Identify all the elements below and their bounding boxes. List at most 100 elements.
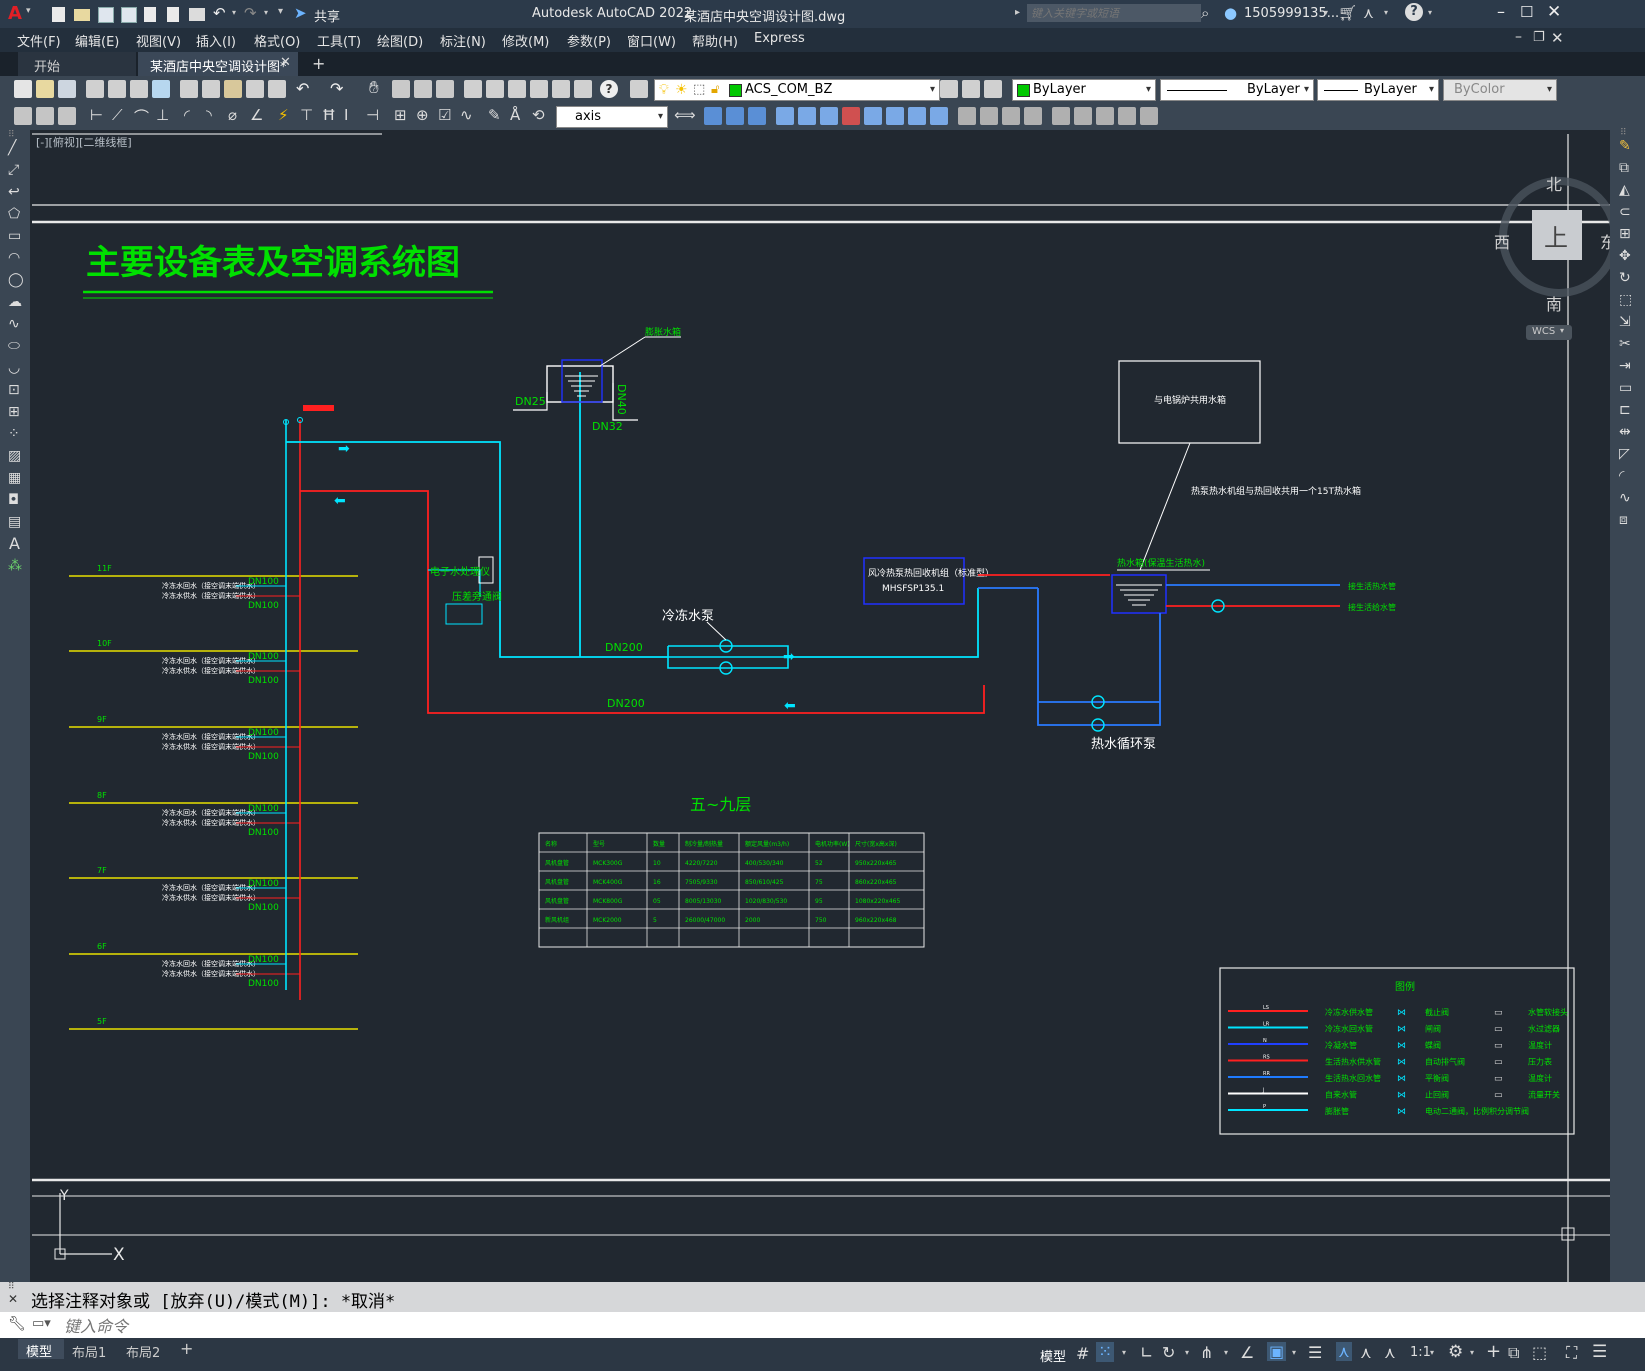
doc-restore-icon[interactable]: ❐ xyxy=(1533,30,1545,45)
break-point-icon[interactable]: ▭ xyxy=(1619,380,1632,396)
color-dropdown[interactable]: ByLayer ▾ xyxy=(1012,79,1156,101)
menu-window[interactable]: 窗口(W) xyxy=(627,31,676,50)
menu-format[interactable]: 格式(O) xyxy=(254,31,300,50)
annotation-visibility-icon[interactable]: ⋏ xyxy=(1336,1342,1352,1361)
zoom-previous-icon[interactable] xyxy=(436,80,454,98)
save-icon[interactable] xyxy=(98,7,114,23)
tab-layout1[interactable]: 布局1 xyxy=(72,1342,106,1361)
tab-layout2[interactable]: 布局2 xyxy=(126,1342,160,1361)
viewcube-west[interactable]: 西 xyxy=(1494,229,1510,253)
modify-icon-2[interactable] xyxy=(726,107,744,125)
open-icon[interactable] xyxy=(36,80,54,98)
new-tab-button[interactable]: + xyxy=(312,54,325,73)
new-icon[interactable] xyxy=(52,7,65,22)
menu-draw[interactable]: 绘图(D) xyxy=(377,31,423,50)
layer-vp-freeze-icon[interactable]: ⬚ xyxy=(693,80,705,100)
ortho-icon[interactable]: ∟ xyxy=(1140,1343,1153,1362)
spline-icon[interactable]: ∿ xyxy=(8,316,20,332)
polyline-icon[interactable]: ↩ xyxy=(8,184,20,200)
region-icon[interactable]: ◘ xyxy=(8,492,19,508)
drawing-svg[interactable]: [-][俯视][二维线框] 主要设备表及空调系统图 11F冷冻水回水（接空调末端… xyxy=(30,130,1610,1282)
object-snap-icon[interactable]: ▣ xyxy=(1267,1342,1287,1361)
blend-icon[interactable]: ∿ xyxy=(1619,490,1631,506)
modify-icon-4[interactable] xyxy=(776,107,794,125)
redo-icon[interactable]: ↷ xyxy=(330,79,343,98)
user-icon[interactable]: ● xyxy=(1224,4,1237,22)
isolate-objects-icon[interactable]: ⧉ xyxy=(1508,1343,1519,1363)
modify-icon-6[interactable] xyxy=(820,107,838,125)
isodraft-chevron-icon[interactable]: ▾ xyxy=(1224,1348,1228,1357)
workspace-gear-icon[interactable]: ⚙ xyxy=(1448,1342,1463,1362)
circle-icon[interactable]: ◯ xyxy=(8,272,24,288)
modify-icon-17[interactable] xyxy=(1074,107,1092,125)
layer-dropdown[interactable]: 💡︎ ☀ ⬚ 🔓︎ ACS_COM_BZ ▾ xyxy=(654,79,940,101)
layer-lock-icon[interactable]: 🔓︎ xyxy=(711,80,719,100)
linetype-dropdown[interactable]: ByLayer ▾ xyxy=(1160,79,1314,101)
explode-icon[interactable]: ⧈ xyxy=(1619,512,1628,528)
modify-icon-13[interactable] xyxy=(980,107,998,125)
modify-icon-9[interactable] xyxy=(886,107,904,125)
maximize-icon[interactable]: ☐ xyxy=(1520,3,1533,21)
mtext-icon[interactable]: A xyxy=(9,534,20,553)
cart-icon[interactable]: 🛒︎ xyxy=(1338,4,1357,22)
erase-icon[interactable]: ✎ xyxy=(1619,138,1631,154)
pan-icon[interactable]: ✋︎ xyxy=(369,78,379,98)
layer-properties-icon[interactable] xyxy=(630,80,648,98)
app-menu-chevron-icon[interactable]: ▾ xyxy=(26,6,31,16)
modify-icon-14[interactable] xyxy=(1002,107,1020,125)
3d-print-icon[interactable] xyxy=(152,80,170,98)
modify-icon-19[interactable] xyxy=(1118,107,1136,125)
tab-start[interactable]: 开始 xyxy=(18,52,136,76)
linear-dim-icon[interactable]: ⊢ xyxy=(90,106,103,124)
save-as-icon[interactable] xyxy=(121,7,137,23)
annotation-scale-icon[interactable]: ⋏ xyxy=(1384,1343,1396,1362)
undo-icon[interactable]: ↶ xyxy=(213,4,226,22)
snap-chevron-icon[interactable]: ▾ xyxy=(1122,1348,1126,1357)
layer-on-icon[interactable]: 💡︎ xyxy=(659,80,669,100)
jogged-dim-icon[interactable]: ◝ xyxy=(206,106,212,124)
search-expand-icon[interactable]: ▸ xyxy=(1015,7,1020,18)
tab-model[interactable]: 模型 xyxy=(18,1339,64,1360)
make-current-layer-icon[interactable] xyxy=(940,80,958,98)
menu-help[interactable]: 帮助(H) xyxy=(692,31,738,50)
break-icon[interactable]: ⊏ xyxy=(1619,402,1631,418)
baseline-dim-icon[interactable]: ⊤ xyxy=(300,106,313,124)
layer-states-icon[interactable] xyxy=(984,80,1002,98)
share-label[interactable]: 共享 xyxy=(314,6,340,25)
command-settings-icon[interactable]: 🔧︎ xyxy=(8,1316,26,1332)
redo-dropdown-icon[interactable]: ▾ xyxy=(264,8,268,17)
isodraft-icon[interactable]: ⋔ xyxy=(1200,1343,1213,1362)
lineweight-dropdown[interactable]: ByLayer ▾ xyxy=(1317,79,1439,101)
object-snap-tracking-icon[interactable]: ∠ xyxy=(1240,1343,1254,1362)
modify-icon-20[interactable] xyxy=(1140,107,1158,125)
ellipse-arc-icon[interactable]: ◡ xyxy=(8,360,20,376)
workspace-chevron-icon[interactable]: ▾ xyxy=(1470,1348,1474,1357)
drawing-canvas[interactable]: [-][俯视][二维线框] 主要设备表及空调系统图 11F 冷冻水回水（接空调末端… xyxy=(30,130,1610,1282)
make-block-icon[interactable]: ⊞ xyxy=(8,404,20,420)
zoom-realtime-icon[interactable] xyxy=(392,80,410,98)
app-logo-icon[interactable]: A xyxy=(8,3,22,24)
revcloud-icon[interactable]: ☁ xyxy=(8,294,22,310)
undo-icon[interactable]: ↶ xyxy=(296,79,309,98)
center-mark-icon[interactable]: ⊕ xyxy=(416,106,429,124)
tab-drawing-active[interactable]: 某酒店中央空调设计图* ✕ xyxy=(138,52,298,76)
snap-mode-icon[interactable]: ⁙ xyxy=(1096,1342,1115,1362)
command-prompt-icon[interactable]: ▭▾ xyxy=(32,1316,51,1331)
copy-icon[interactable] xyxy=(202,80,220,98)
customization-icon[interactable]: ☰ xyxy=(1592,1342,1607,1362)
add-scale-icon[interactable]: + xyxy=(1486,1341,1501,1362)
clean-screen-icon[interactable]: ⛶ xyxy=(1566,1343,1577,1363)
modify-icon-11[interactable] xyxy=(930,107,948,125)
polar-chevron-icon[interactable]: ▾ xyxy=(1185,1348,1189,1357)
open-web-icon[interactable] xyxy=(144,7,156,22)
rectangle-icon[interactable]: ▭ xyxy=(8,228,21,244)
publish-icon[interactable] xyxy=(130,80,148,98)
share-icon[interactable]: ➤ xyxy=(294,4,307,22)
close-icon[interactable]: ✕ xyxy=(1547,2,1561,22)
menu-edit[interactable]: 编辑(E) xyxy=(75,31,119,50)
scale-icon[interactable]: ⬚ xyxy=(1619,292,1632,308)
modify-icon-15[interactable] xyxy=(1024,107,1042,125)
undo-dropdown-icon[interactable]: ▾ xyxy=(232,8,236,17)
command-close-icon[interactable]: ✕ xyxy=(8,1292,18,1306)
modify-icon-1[interactable] xyxy=(704,107,722,125)
